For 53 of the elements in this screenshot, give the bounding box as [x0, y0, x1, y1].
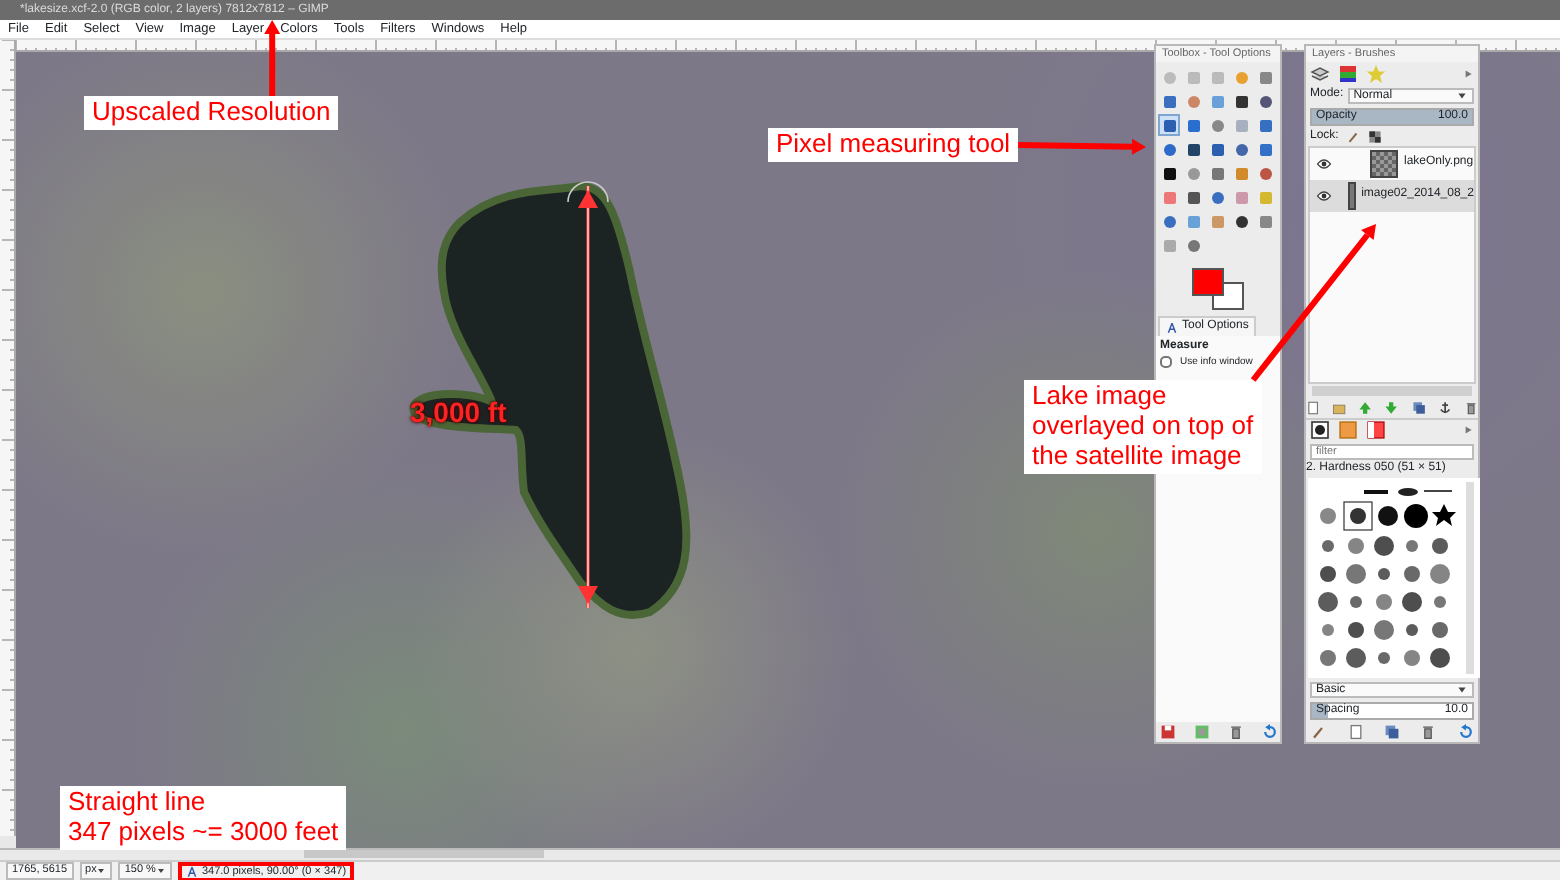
pen-icon[interactable]	[1310, 724, 1327, 740]
measure-line[interactable]	[567, 181, 609, 609]
caret-icon	[1456, 90, 1468, 102]
foreground-color-swatch[interactable]	[1192, 268, 1224, 296]
horizontal-scrollbar[interactable]	[1312, 385, 1472, 396]
annotation: Pixel measuring tool	[768, 128, 1019, 162]
anchor-icon[interactable]	[1437, 399, 1452, 416]
star-icon[interactable]	[1366, 64, 1386, 84]
trash-icon[interactable]	[1463, 399, 1478, 416]
tool-icon[interactable]	[1230, 210, 1252, 232]
page-icon[interactable]	[1347, 724, 1364, 740]
brush-tab-icon[interactable]	[1310, 420, 1330, 441]
tool-icon[interactable]	[1230, 90, 1252, 112]
annotation: Upscaled Resolution	[84, 96, 339, 130]
copy-icon[interactable]	[1411, 399, 1426, 416]
trash-icon[interactable]	[1420, 724, 1437, 740]
eye-toggle[interactable]	[1316, 188, 1332, 204]
caret-icon	[155, 866, 166, 876]
tool-icon[interactable]	[1158, 162, 1180, 184]
stack-icon[interactable]	[1310, 64, 1330, 84]
reset-icon[interactable]	[1457, 724, 1474, 740]
layer-thumbnail	[1370, 150, 1398, 178]
stripes-icon[interactable]	[1338, 64, 1358, 84]
measurement-label: 3,000 ft	[410, 396, 507, 430]
save-icon[interactable]	[1159, 724, 1175, 740]
caret-icon	[1456, 684, 1468, 696]
caret-icon	[96, 866, 107, 876]
annotation: Straight line 347 pixels ~= 3000 feet	[60, 786, 347, 850]
restore-icon[interactable]	[1193, 724, 1209, 740]
annotation: Lake image overlayed on top of the satellite image	[1024, 380, 1262, 474]
menu-arrow-icon[interactable]	[1462, 68, 1474, 80]
checkbox[interactable]	[1160, 356, 1172, 369]
reset-icon[interactable]	[1261, 724, 1277, 740]
menu-arrow-icon[interactable]	[1462, 424, 1474, 437]
eye-toggle[interactable]	[1316, 156, 1334, 172]
tool-icon[interactable]	[1182, 186, 1204, 208]
eye-icon	[1316, 188, 1332, 204]
tool-icon[interactable]	[1182, 138, 1204, 160]
folder-icon[interactable]	[1332, 399, 1347, 416]
pattern-tab-icon[interactable]	[1338, 420, 1358, 441]
trash-icon[interactable]	[1227, 724, 1243, 740]
page-icon[interactable]	[1306, 399, 1321, 416]
arrow	[1018, 138, 1146, 155]
eye-icon	[1316, 156, 1332, 172]
gradient-tab-icon[interactable]	[1366, 420, 1386, 441]
layer-thumbnail	[1347, 182, 1356, 210]
horizontal-scrollbar[interactable]	[0, 848, 1560, 860]
down-arrow-icon[interactable]	[1384, 399, 1400, 416]
arrow	[264, 20, 281, 96]
checker-icon[interactable]	[1368, 130, 1383, 144]
up-arrow-icon[interactable]	[1358, 399, 1373, 416]
copy-icon[interactable]	[1383, 724, 1400, 740]
tool-icon[interactable]	[1254, 90, 1276, 112]
